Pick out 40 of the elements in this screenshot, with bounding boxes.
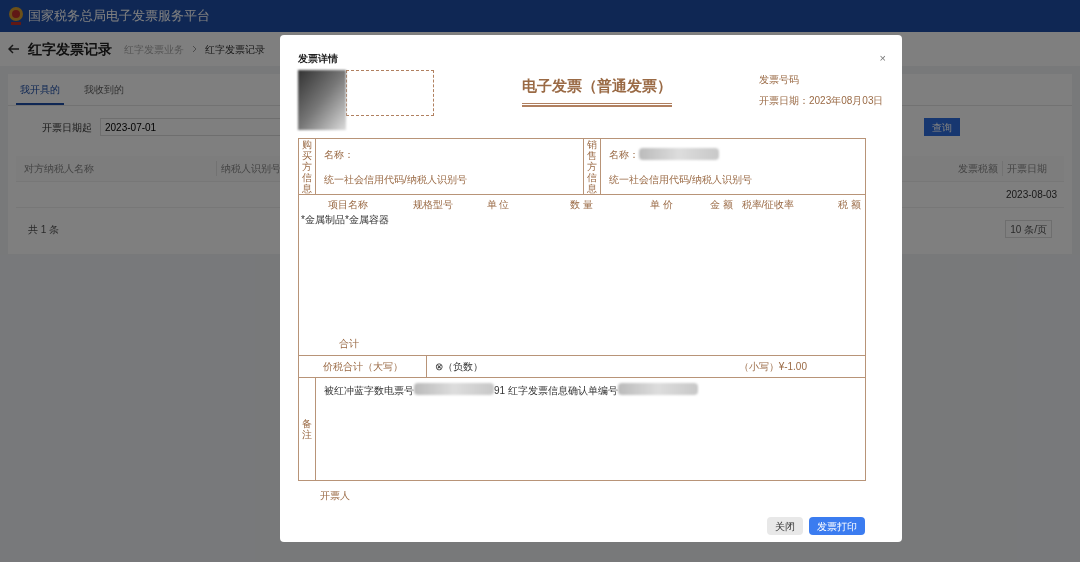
remarks-text: 91 红字发票信息确认单编号 xyxy=(494,384,618,398)
qr-code xyxy=(298,70,346,130)
subtotal-label: 合计 xyxy=(338,337,360,351)
column-header: 规格型号 xyxy=(412,198,454,212)
print-button[interactable]: 发票打印 xyxy=(809,517,865,535)
breadcrumb-link[interactable]: 红字发票记录 xyxy=(205,41,265,57)
issuer-label: 开票人 xyxy=(319,489,351,503)
platform-title: 国家税务总局电子发票服务平台 xyxy=(28,7,210,26)
tab[interactable]: 我收到的 xyxy=(80,82,128,105)
total-in-figures: （小写）¥-1.00 xyxy=(738,360,807,374)
name-label: 名称： xyxy=(324,147,354,162)
chevron-icon xyxy=(192,45,197,53)
column-header: 数 量 xyxy=(569,198,593,212)
total-count: 共 1 条 xyxy=(28,222,60,237)
column-header: 税 额 xyxy=(837,198,861,212)
name-label: 名称： xyxy=(609,147,639,162)
column-header: 税率/征收率 xyxy=(740,198,796,212)
date-label: 开票日期起 xyxy=(42,120,92,135)
page-size-select[interactable]: 10 条/页 xyxy=(1005,220,1052,238)
close-button[interactable]: × xyxy=(879,53,886,64)
page-title: 红字发票记录 xyxy=(28,39,112,59)
invoice-number-label: 发票号码 xyxy=(759,73,799,87)
column-header: 单 价 xyxy=(649,198,673,212)
remarks-text: 被红冲蓝字数电票号 xyxy=(324,384,414,398)
tab[interactable]: 我开具的 xyxy=(16,82,64,105)
column-header: 金 额 xyxy=(709,198,733,212)
invoice-date: 开票日期：2023年08月03日 xyxy=(759,94,884,108)
close-dialog-button[interactable]: 关闭 xyxy=(767,517,803,535)
total-in-words: ⊗（负数） xyxy=(435,360,483,374)
table-cell-text: 2023-08-03 xyxy=(1005,188,1059,202)
query-button[interactable]: 查询 xyxy=(924,118,960,136)
emblem-icon xyxy=(8,6,24,26)
invoice-title: 电子发票（普通发票） xyxy=(521,76,672,97)
remarks-label: 备注 xyxy=(302,418,312,440)
back-arrow-icon[interactable] xyxy=(8,44,20,54)
dialog-title: 发票详情 xyxy=(298,52,338,66)
column-header: 项目名称 xyxy=(327,198,369,212)
column-header: 单 位 xyxy=(485,198,511,212)
total-label: 价税合计（大写） xyxy=(322,360,403,374)
item-name: *金属制品*金属容器 xyxy=(300,213,390,227)
